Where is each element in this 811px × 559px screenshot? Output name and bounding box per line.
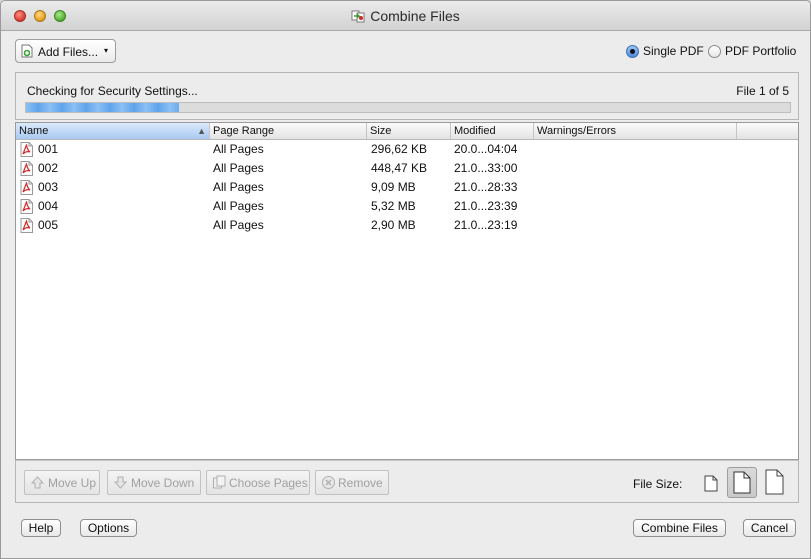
combine-files-window: Combine Files Add Files... ▾ Single PDF … xyxy=(0,0,811,559)
single-pdf-label: Single PDF xyxy=(643,44,704,58)
table-row[interactable]: 002 All Pages 448,47 KB 21.0...33:00 xyxy=(16,159,798,178)
file-name: 002 xyxy=(38,161,59,175)
table-row[interactable]: 005 All Pages 2,90 MB 21.0...23:19 xyxy=(16,216,798,235)
column-header-page-range[interactable]: Page Range xyxy=(210,123,367,139)
column-header-name[interactable]: Name ▲ xyxy=(16,123,210,139)
file-size: 448,47 KB xyxy=(371,161,428,175)
remove-button[interactable]: Remove xyxy=(315,470,389,495)
pdf-file-icon xyxy=(20,161,33,176)
progress-bar xyxy=(25,102,791,113)
file-name: 003 xyxy=(38,180,59,194)
file-modified: 20.0...04:04 xyxy=(454,142,518,156)
table-row[interactable]: 003 All Pages 9,09 MB 21.0...28:33 xyxy=(16,178,798,197)
dropdown-caret-icon: ▾ xyxy=(103,46,108,55)
table-row[interactable]: 001 All Pages 296,62 KB 20.0...04:04 xyxy=(16,140,798,159)
file-name: 004 xyxy=(38,199,59,213)
arrow-down-icon xyxy=(113,475,128,490)
title-bar: Combine Files xyxy=(1,1,810,31)
small-file-size-button[interactable] xyxy=(696,467,726,498)
pdf-portfolio-label: PDF Portfolio xyxy=(725,44,797,58)
single-pdf-radio[interactable] xyxy=(626,45,639,58)
file-page-range[interactable]: All Pages xyxy=(213,178,264,197)
default-file-size-icon xyxy=(728,471,756,500)
column-header-warnings[interactable]: Warnings/Errors xyxy=(534,123,737,139)
add-files-label: Add Files... xyxy=(38,45,99,59)
file-page-range[interactable]: All Pages xyxy=(213,140,264,159)
pdf-file-icon xyxy=(20,218,33,233)
combine-files-button[interactable]: Combine Files xyxy=(633,519,726,537)
options-button[interactable]: Options xyxy=(80,519,137,537)
pdf-portfolio-option[interactable]: PDF Portfolio xyxy=(708,44,796,58)
file-actions-bar: Move Up Move Down Choose Pages Remove Fi… xyxy=(15,460,799,503)
file-page-range[interactable]: All Pages xyxy=(213,216,264,235)
pdf-file-icon xyxy=(20,180,33,195)
table-header: Name ▲ Page Range Size Modified Warnings… xyxy=(16,123,798,140)
large-file-size-button[interactable] xyxy=(759,467,789,498)
table-row[interactable]: 004 All Pages 5,32 MB 21.0...23:39 xyxy=(16,197,798,216)
add-files-button[interactable]: Add Files... ▾ xyxy=(15,39,116,63)
file-modified: 21.0...28:33 xyxy=(454,180,518,194)
file-table: Name ▲ Page Range Size Modified Warnings… xyxy=(15,122,799,460)
large-file-size-icon xyxy=(759,469,789,501)
file-page-range[interactable]: All Pages xyxy=(213,159,264,178)
choose-pages-button[interactable]: Choose Pages xyxy=(206,470,310,495)
file-page-range[interactable]: All Pages xyxy=(213,197,264,216)
status-message: Checking for Security Settings... xyxy=(27,84,198,98)
move-down-label: Move Down xyxy=(131,476,195,490)
column-header-modified[interactable]: Modified xyxy=(451,123,534,139)
file-modified: 21.0...23:39 xyxy=(454,199,518,213)
move-up-button[interactable]: Move Up xyxy=(24,470,100,495)
help-button[interactable]: Help xyxy=(21,519,61,537)
window-title-container: Combine Files xyxy=(1,8,810,24)
small-file-size-icon xyxy=(696,475,726,501)
combine-files-icon xyxy=(351,9,365,23)
pdf-file-icon xyxy=(20,142,33,157)
file-size-label: File Size: xyxy=(633,477,683,491)
file-modified: 21.0...33:00 xyxy=(454,161,518,175)
remove-icon xyxy=(321,475,336,490)
file-name: 001 xyxy=(38,142,59,156)
status-panel: Checking for Security Settings... File 1… xyxy=(15,72,799,120)
add-file-icon xyxy=(21,44,33,58)
cancel-button[interactable]: Cancel xyxy=(743,519,796,537)
sort-ascending-icon: ▲ xyxy=(197,126,206,136)
file-size: 9,09 MB xyxy=(371,180,416,194)
file-size: 296,62 KB xyxy=(371,142,428,156)
move-down-button[interactable]: Move Down xyxy=(107,470,201,495)
pages-icon xyxy=(212,475,227,490)
arrow-up-icon xyxy=(30,475,45,490)
pdf-portfolio-radio[interactable] xyxy=(708,45,721,58)
remove-label: Remove xyxy=(338,476,383,490)
file-name: 005 xyxy=(38,218,59,232)
progress-bar-fill xyxy=(26,103,179,112)
column-header-size[interactable]: Size xyxy=(367,123,451,139)
single-pdf-option[interactable]: Single PDF xyxy=(626,44,704,58)
window-title: Combine Files xyxy=(370,8,460,24)
file-size: 5,32 MB xyxy=(371,199,416,213)
file-size: 2,90 MB xyxy=(371,218,416,232)
move-up-label: Move Up xyxy=(48,476,97,490)
file-modified: 21.0...23:19 xyxy=(454,218,518,232)
choose-pages-label: Choose Pages xyxy=(229,476,308,490)
default-file-size-button[interactable] xyxy=(727,467,757,498)
file-counter: File 1 of 5 xyxy=(736,84,789,98)
pdf-file-icon xyxy=(20,199,33,214)
